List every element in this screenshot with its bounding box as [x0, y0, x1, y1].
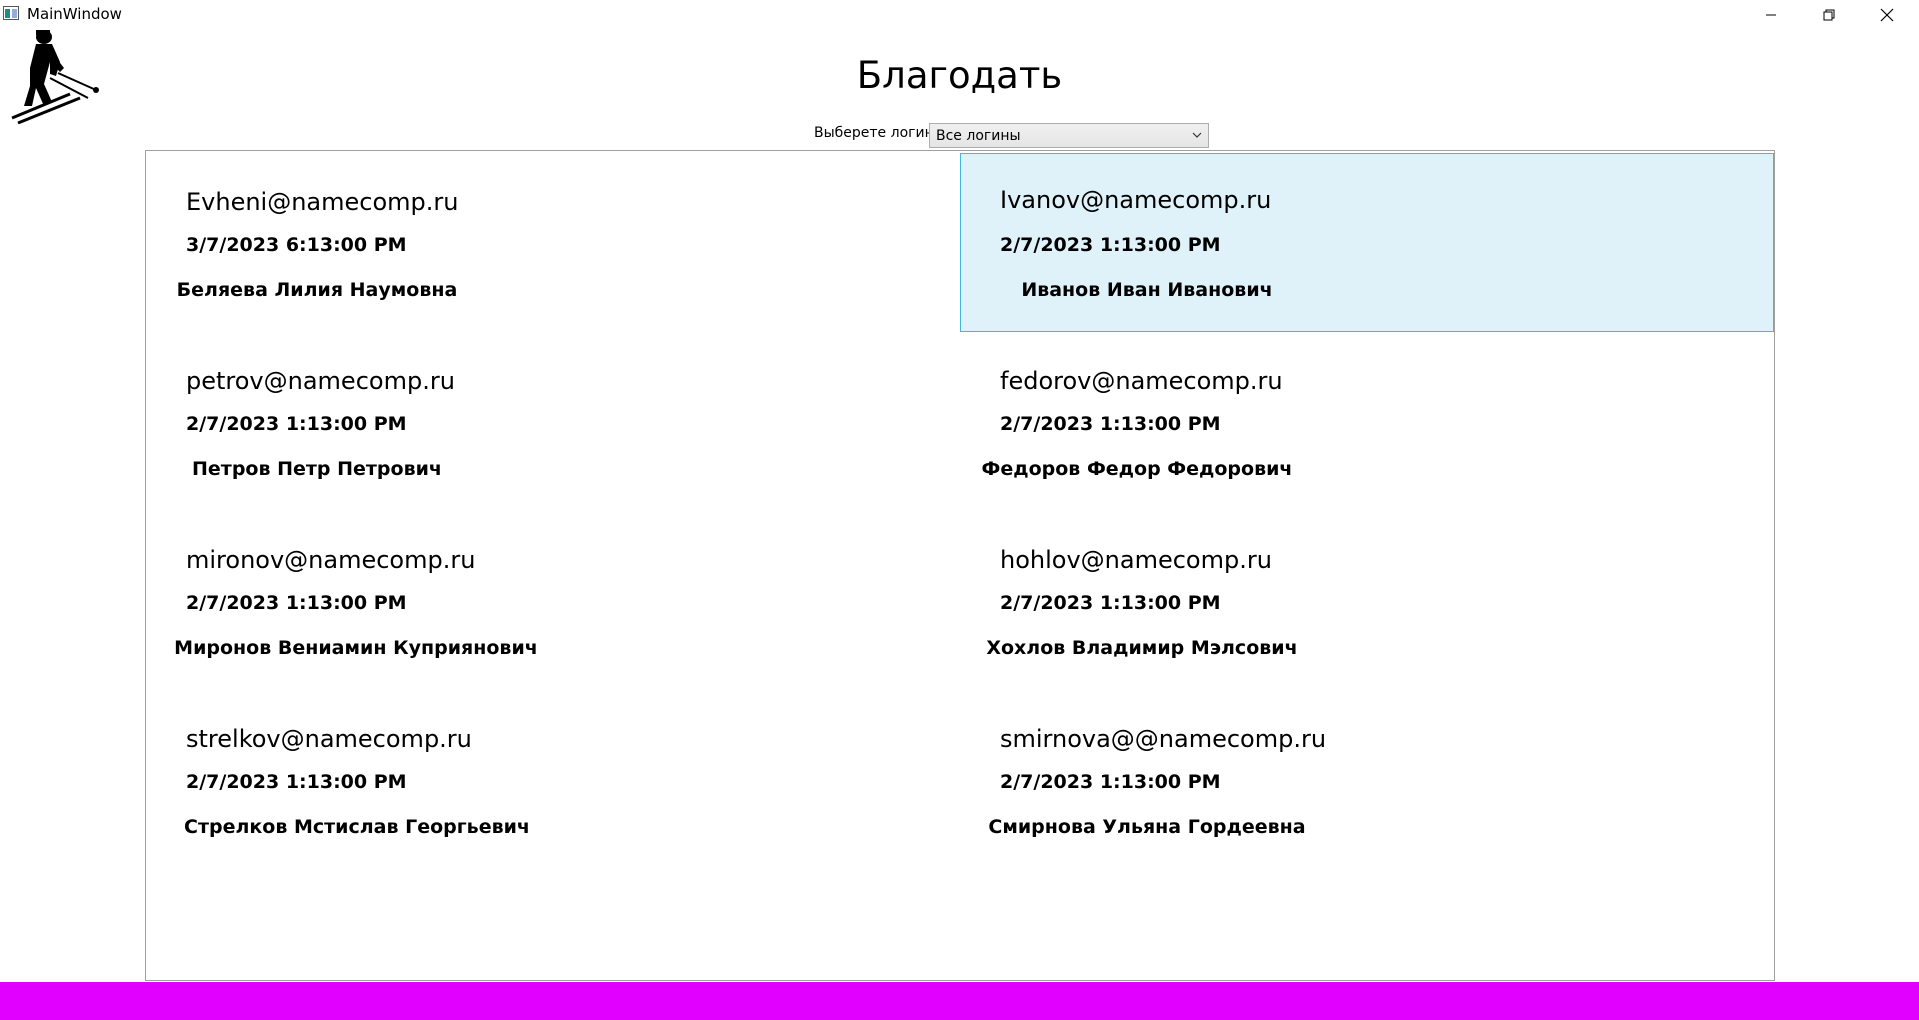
restore-button[interactable]: [1800, 0, 1858, 29]
item-date: 2/7/2023 1:13:00 PM: [186, 771, 407, 793]
list-item[interactable]: Ivanov@namecomp.ru 2/7/2023 1:13:00 PM И…: [960, 153, 1774, 332]
list-item[interactable]: hohlov@namecomp.ru 2/7/2023 1:13:00 PM Х…: [960, 509, 1774, 688]
list-item[interactable]: strelkov@namecomp.ru 2/7/2023 1:13:00 PM…: [146, 688, 960, 867]
item-fullname: Хохлов Владимир Мэлсович: [986, 637, 1298, 659]
item-login: strelkov@namecomp.ru: [186, 725, 472, 753]
item-date: 2/7/2023 1:13:00 PM: [1000, 413, 1221, 435]
item-date: 2/7/2023 1:13:00 PM: [186, 413, 407, 435]
list-item[interactable]: fedorov@namecomp.ru 2/7/2023 1:13:00 PM …: [960, 330, 1774, 509]
item-fullname: Миронов Вениамин Куприянович: [174, 637, 538, 659]
item-fullname: Стрелков Мстислав Георгьевич: [184, 816, 530, 838]
list-item[interactable]: Evheni@namecomp.ru 3/7/2023 6:13:00 PM Б…: [146, 151, 960, 330]
item-login: petrov@namecomp.ru: [186, 367, 455, 395]
restore-icon: [1823, 9, 1835, 20]
login-filter-select[interactable]: Все логины: [929, 123, 1209, 148]
minimize-icon: [1766, 14, 1776, 15]
item-date: 3/7/2023 6:13:00 PM: [186, 234, 407, 256]
chevron-down-icon: [1192, 132, 1202, 138]
item-date: 2/7/2023 1:13:00 PM: [1000, 234, 1221, 256]
item-date: 2/7/2023 1:13:00 PM: [1000, 592, 1221, 614]
item-login: smirnova@@namecomp.ru: [1000, 725, 1327, 753]
title-bar: MainWindow: [0, 0, 1919, 29]
list-item[interactable]: petrov@namecomp.ru 2/7/2023 1:13:00 PM П…: [146, 330, 960, 509]
item-login: fedorov@namecomp.ru: [1000, 367, 1283, 395]
item-date: 2/7/2023 1:13:00 PM: [186, 592, 407, 614]
item-login: mironov@namecomp.ru: [186, 546, 476, 574]
login-history-list[interactable]: Evheni@namecomp.ru 3/7/2023 6:13:00 PM Б…: [145, 150, 1775, 981]
item-login: hohlov@namecomp.ru: [1000, 546, 1272, 574]
login-filter-label: Выберете логин:: [814, 125, 939, 141]
item-login: Evheni@namecomp.ru: [186, 188, 459, 216]
app-window-icon: [3, 6, 19, 20]
login-filter-value: Все логины: [936, 128, 1021, 144]
page-title: Благодать: [856, 54, 1063, 97]
minimize-button[interactable]: [1742, 0, 1800, 29]
footer-bar: [0, 982, 1919, 1020]
item-login: Ivanov@namecomp.ru: [1000, 186, 1272, 214]
item-fullname: Иванов Иван Иванович: [1021, 279, 1273, 301]
item-fullname: Смирнова Ульяна Гордеевна: [988, 816, 1306, 838]
item-fullname: Петров Петр Петрович: [192, 458, 442, 480]
item-date: 2/7/2023 1:13:00 PM: [1000, 771, 1221, 793]
close-button[interactable]: [1858, 0, 1916, 29]
window-title: MainWindow: [27, 5, 122, 23]
list-item[interactable]: mironov@namecomp.ru 2/7/2023 1:13:00 PM …: [146, 509, 960, 688]
list-item[interactable]: smirnova@@namecomp.ru 2/7/2023 1:13:00 P…: [960, 688, 1774, 867]
item-fullname: Беляева Лилия Наумовна: [176, 279, 458, 301]
item-fullname: Федоров Федор Федорович: [981, 458, 1293, 480]
close-icon: [1880, 8, 1894, 21]
